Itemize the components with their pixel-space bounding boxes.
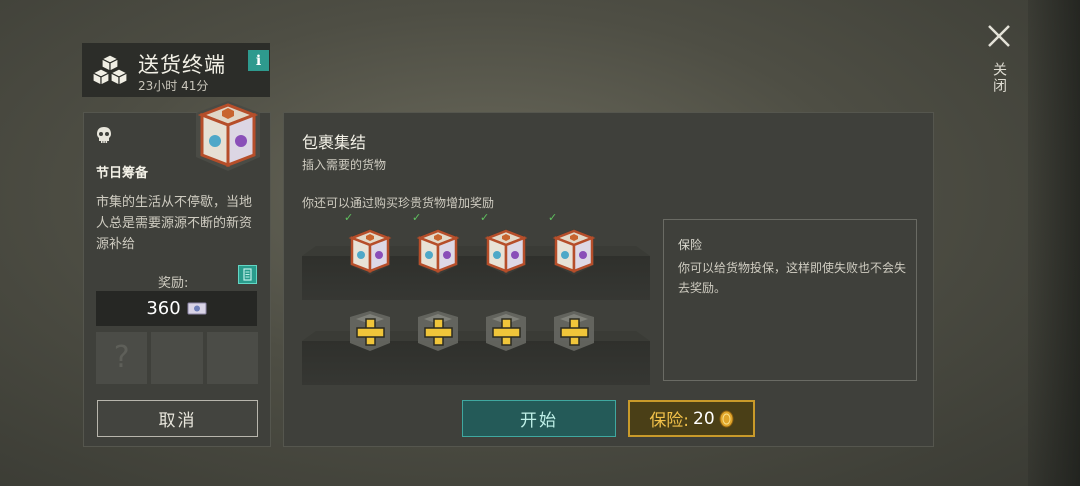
- section-subtitle: 插入需要的货物: [302, 158, 387, 172]
- crate-slot[interactable]: ✓: [480, 211, 532, 277]
- insurance-button-label: 保险:: [649, 411, 690, 431]
- unknown-reward: ?: [113, 340, 130, 375]
- crate-icon: [348, 229, 392, 275]
- header-bar: 送货终端 23小时 41分: [82, 43, 270, 97]
- delivery-panel: 包裹集结 插入需要的货物 你还可以通过购买珍贵货物增加奖励 ✓ ✓ ✓ ✓ 保险…: [283, 112, 934, 447]
- info-button[interactable]: i: [248, 50, 269, 71]
- reward-label: 奖励:: [158, 276, 189, 291]
- reward-slots: ?: [96, 332, 258, 384]
- reward-info-icon[interactable]: [238, 265, 257, 284]
- insurance-cost: 20: [693, 408, 715, 429]
- close-label[interactable]: 关闭: [989, 62, 1009, 94]
- crate-slot[interactable]: ✓: [412, 211, 464, 277]
- crate-slot[interactable]: ✓: [548, 211, 600, 277]
- start-button[interactable]: 开始: [462, 400, 616, 437]
- crate-icon: [552, 229, 596, 275]
- plus-icon: [486, 311, 526, 351]
- add-cargo-slot[interactable]: [548, 309, 600, 353]
- insurance-description: 你可以给货物投保，这样即使失败也不会失去奖励。: [678, 261, 907, 295]
- plus-icon: [418, 311, 458, 351]
- reward-slot: ?: [96, 332, 148, 384]
- add-cargo-slot[interactable]: [412, 309, 464, 353]
- reward-slot: [151, 332, 203, 384]
- check-icon: ✓: [548, 211, 558, 224]
- add-cargo-slot[interactable]: [344, 309, 396, 353]
- check-icon: ✓: [480, 211, 490, 224]
- plus-icon: [554, 311, 594, 351]
- bonus-note: 你还可以通过购买珍贵货物增加奖励: [302, 196, 495, 210]
- time-remaining: 23小时 41分: [138, 79, 209, 93]
- info-icon: i: [255, 52, 262, 69]
- close-icon[interactable]: [986, 23, 1012, 49]
- reward-value-box: 360: [96, 291, 257, 326]
- crate-slot[interactable]: ✓: [344, 211, 396, 277]
- crate-icon: [484, 229, 528, 275]
- crate-icon: [416, 229, 460, 275]
- insurance-button[interactable]: 保险: 20: [628, 400, 755, 437]
- event-panel: 节日筹备 市集的生活从不停歇，当地人总是需要源源不断的新资源补给 奖励: 360…: [83, 101, 271, 447]
- insurance-title: 保险: [678, 238, 703, 252]
- event-title: 节日筹备: [96, 166, 149, 181]
- plus-icon: [350, 311, 390, 351]
- add-cargo-slot[interactable]: [480, 309, 532, 353]
- boxes-icon: [92, 54, 128, 86]
- event-crate-icon: [196, 101, 260, 171]
- section-title: 包裹集结: [302, 133, 367, 152]
- filled-crate-row: ✓ ✓ ✓ ✓: [344, 211, 614, 277]
- right-edge-strip: [1028, 0, 1080, 486]
- insurance-info-box: 保险 你可以给货物投保，这样即使失败也不会失去奖励。: [663, 219, 917, 381]
- reward-slot: [206, 332, 258, 384]
- ticket-icon: [187, 302, 207, 315]
- page-title: 送货终端: [138, 53, 226, 77]
- coin-icon: [719, 410, 734, 427]
- check-icon: ✓: [344, 211, 354, 224]
- check-icon: ✓: [412, 211, 422, 224]
- reward-value: 360: [146, 298, 181, 319]
- event-description: 市集的生活从不停歇，当地人总是需要源源不断的新资源补给: [96, 195, 253, 252]
- cancel-button[interactable]: 取消: [97, 400, 258, 437]
- skull-icon: [97, 127, 111, 143]
- empty-slot-row: [344, 309, 614, 359]
